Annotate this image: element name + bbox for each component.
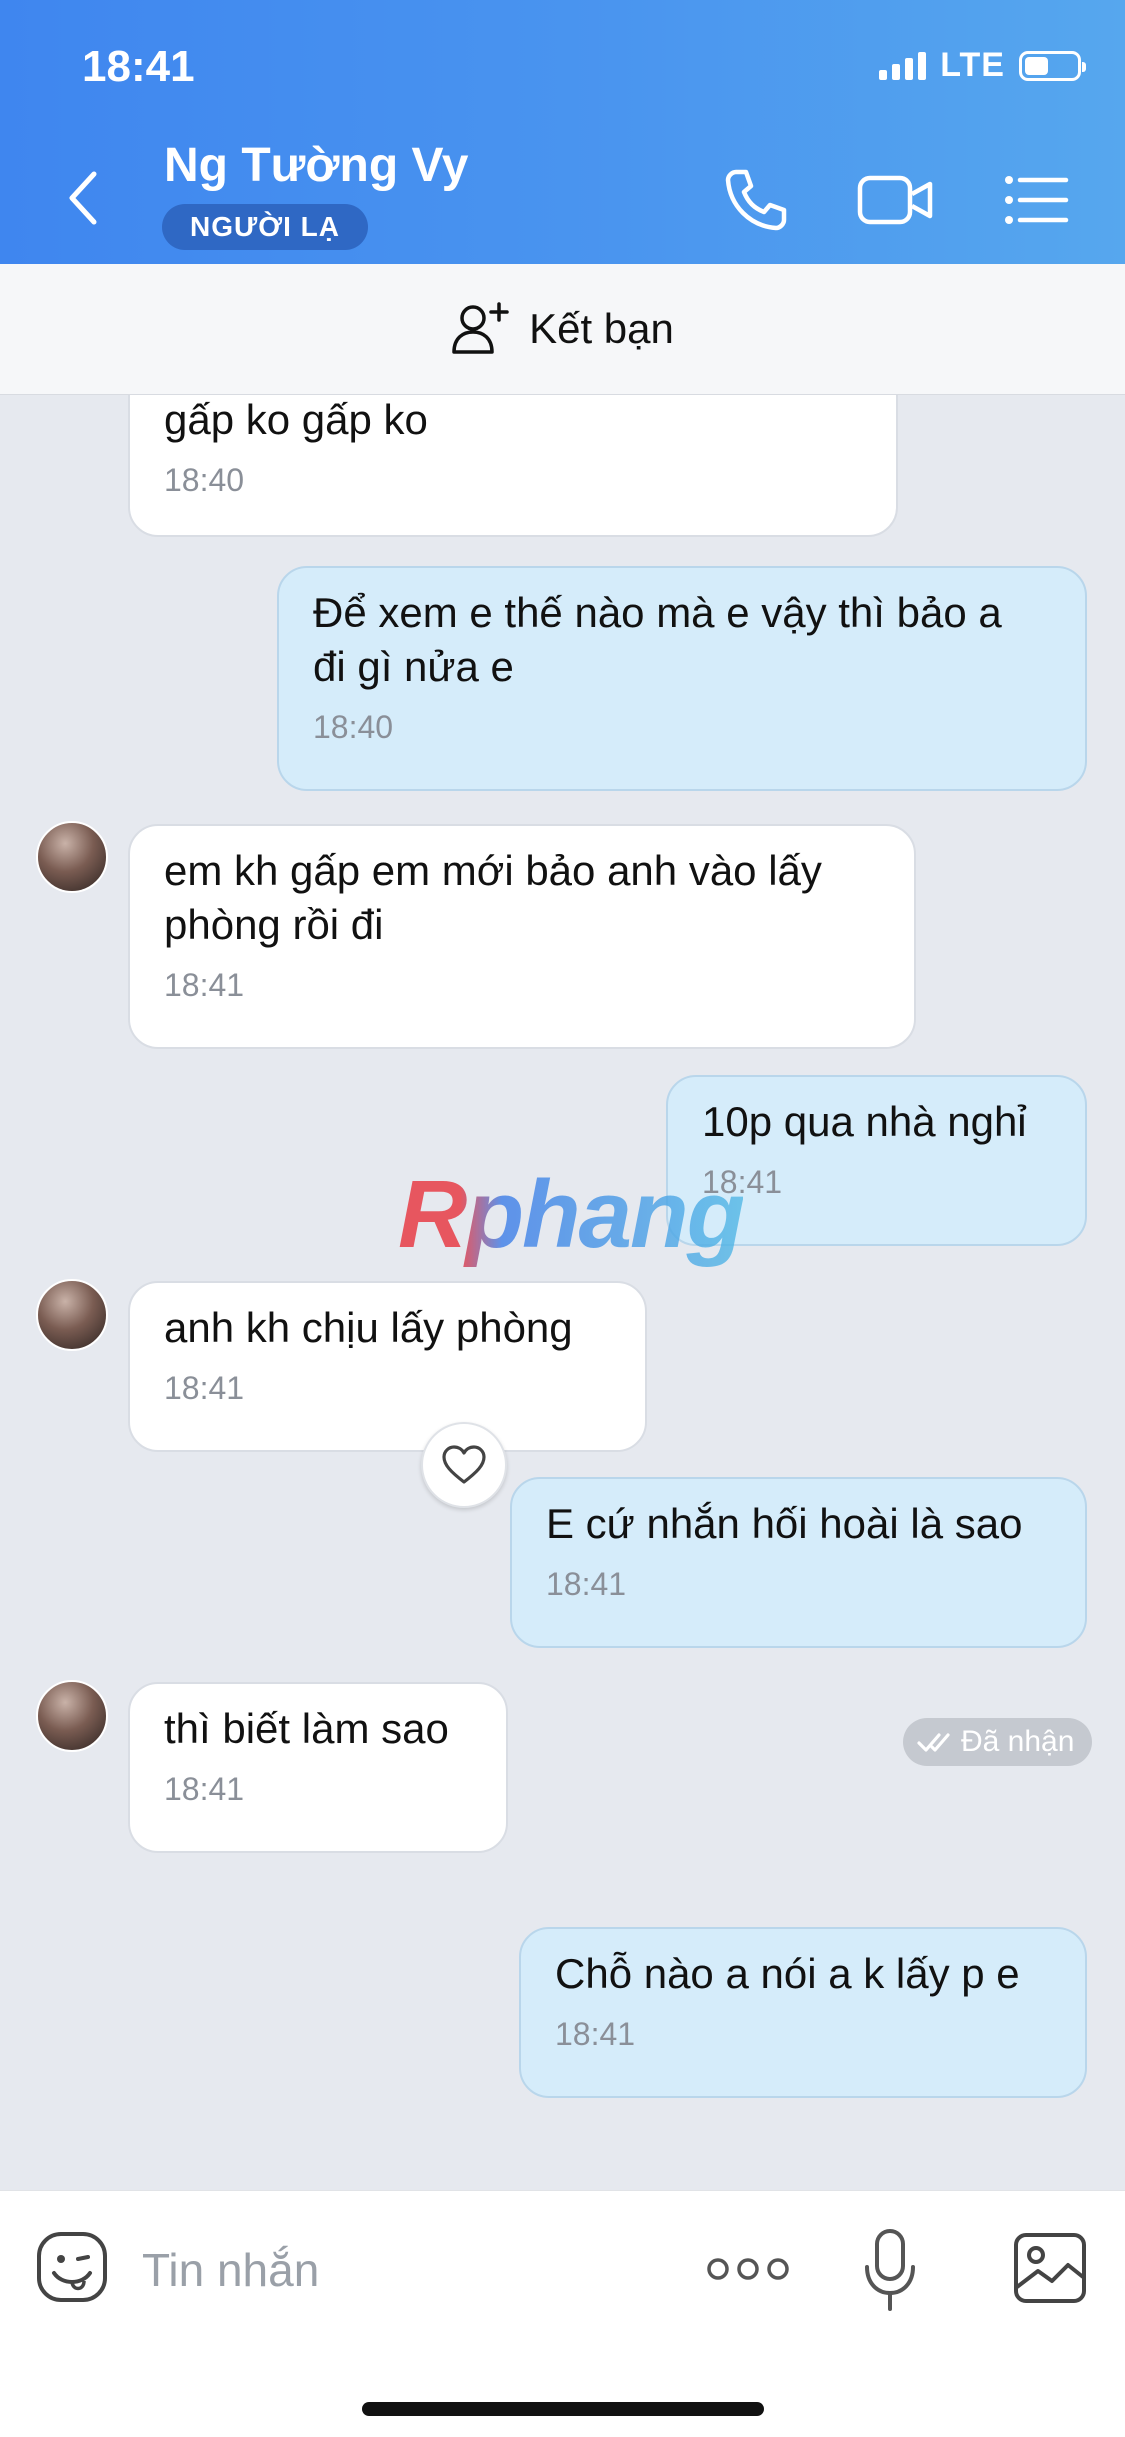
- message-input[interactable]: [140, 2231, 664, 2309]
- send-image-button[interactable]: [1012, 2231, 1088, 2305]
- menu-button[interactable]: [1000, 164, 1072, 236]
- message-list[interactable]: gấp ko gấp ko 18:40 Để xem e thế nào mà …: [0, 395, 1125, 2195]
- message-bubble-incoming[interactable]: em kh gấp em mới bảo anh vào lấy phòng r…: [128, 824, 916, 1049]
- chat-header: 18:41 LTE Ng Tường Vy NGƯỜI LẠ: [0, 0, 1125, 264]
- message-bubble-outgoing[interactable]: E cứ nhắn hối hoài là sao 18:41: [510, 1477, 1087, 1648]
- contact-name[interactable]: Ng Tường Vy: [164, 138, 468, 193]
- message-time: 18:40: [313, 709, 394, 745]
- back-button[interactable]: [60, 164, 108, 232]
- home-indicator: [362, 2402, 764, 2416]
- add-friend-label: Kết bạn: [529, 305, 674, 352]
- voice-message-button[interactable]: [862, 2227, 918, 2313]
- avatar[interactable]: [36, 1680, 108, 1752]
- message-time: 18:41: [164, 1771, 245, 1807]
- emoji-button[interactable]: [34, 2229, 110, 2305]
- message-time: 18:41: [555, 2016, 636, 2052]
- phone-icon: [725, 169, 787, 231]
- message-text: Chỗ nào a nói a k lấy p e: [555, 1950, 1020, 1997]
- add-friend-button[interactable]: Kết bạn: [0, 264, 1125, 395]
- voice-call-button[interactable]: [720, 164, 792, 236]
- video-camera-icon: [857, 175, 933, 225]
- more-dots-icon: [707, 2258, 789, 2280]
- image-icon: [1014, 2233, 1086, 2303]
- emoji-icon: [37, 2232, 107, 2302]
- message-bubble-outgoing[interactable]: Chỗ nào a nói a k lấy p e 18:41: [519, 1927, 1087, 2098]
- message-bubble-incoming[interactable]: thì biết làm sao 18:41: [128, 1682, 508, 1853]
- battery-icon: [1019, 50, 1086, 81]
- message-text: 10p qua nhà nghỉ: [702, 1098, 1027, 1145]
- message-time: 18:41: [702, 1163, 1051, 1201]
- video-call-button[interactable]: [856, 164, 936, 236]
- avatar[interactable]: [36, 1279, 108, 1351]
- message-text: anh kh chịu lấy phòng: [164, 1304, 573, 1351]
- message-text: E cứ nhắn hối hoài là sao: [546, 1500, 1023, 1547]
- react-heart-button[interactable]: [421, 1422, 507, 1508]
- watermark-logo: Rphang: [398, 1161, 745, 1268]
- delivery-status-badge: Đã nhận: [903, 1718, 1093, 1766]
- more-options-button[interactable]: [706, 2247, 790, 2291]
- message-time: 18:41: [164, 1370, 245, 1406]
- status-indicators: LTE: [879, 46, 1086, 85]
- message-time: 18:40: [164, 462, 245, 498]
- microphone-icon: [865, 2229, 915, 2311]
- signal-icon: [879, 51, 927, 80]
- message-text: gấp ko gấp ko: [164, 396, 428, 443]
- message-bubble-incoming[interactable]: gấp ko gấp ko 18:40: [128, 395, 898, 537]
- add-user-icon: [452, 302, 509, 354]
- list-menu-icon: [1005, 176, 1069, 224]
- message-time: 18:41: [164, 967, 245, 1003]
- delivery-status-text: Đã nhận: [961, 1725, 1075, 1758]
- message-text: thì biết làm sao: [164, 1705, 449, 1752]
- status-time: 18:41: [82, 42, 195, 91]
- heart-icon: [442, 1445, 486, 1484]
- network-label: LTE: [940, 46, 1005, 84]
- message-bubble-incoming[interactable]: anh kh chịu lấy phòng 18:41: [128, 1281, 647, 1452]
- double-check-icon: [917, 1733, 950, 1752]
- message-time: 18:41: [546, 1566, 627, 1602]
- stranger-badge: NGƯỜI LẠ: [162, 204, 368, 250]
- message-text: Để xem e thế nào mà e vậy thì bảo a đi g…: [313, 589, 1002, 690]
- message-composer: [0, 2190, 1125, 2437]
- message-bubble-outgoing[interactable]: Để xem e thế nào mà e vậy thì bảo a đi g…: [277, 566, 1087, 791]
- message-text: em kh gấp em mới bảo anh vào lấy phòng r…: [164, 847, 822, 948]
- avatar[interactable]: [36, 821, 108, 893]
- chevron-left-icon: [69, 171, 97, 225]
